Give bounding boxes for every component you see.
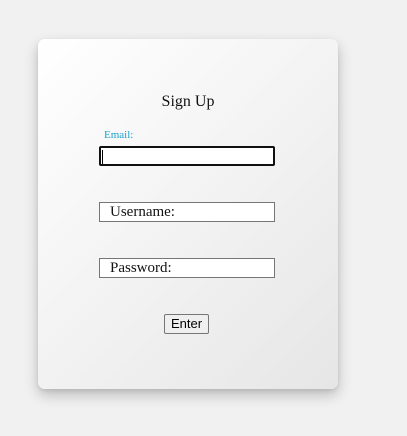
username-field[interactable] xyxy=(99,202,275,222)
form-title: Sign Up xyxy=(161,93,215,110)
text-cursor xyxy=(102,150,103,164)
enter-button[interactable]: Enter xyxy=(164,314,210,334)
signup-card: Sign Up Email: Enter xyxy=(38,39,338,389)
email-label: Email: xyxy=(104,129,134,141)
password-field[interactable] xyxy=(99,258,275,278)
email-field[interactable] xyxy=(99,146,275,166)
